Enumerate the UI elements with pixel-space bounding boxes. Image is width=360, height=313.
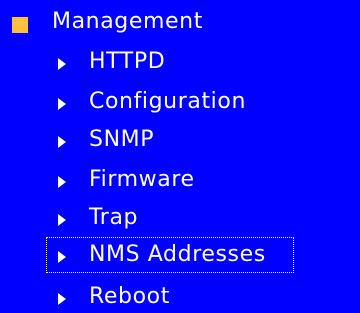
triangle-right-icon	[58, 176, 66, 188]
menu-item-label: SNMP	[89, 127, 155, 152]
menu-item-httpd[interactable]: HTTPD	[58, 46, 358, 78]
menu-item-configuration[interactable]: Configuration	[58, 86, 358, 118]
triangle-right-icon	[58, 58, 66, 70]
menu-item-trap[interactable]: Trap	[58, 202, 358, 234]
menu-header-management[interactable]: Management	[0, 4, 360, 40]
menu-item-reboot[interactable]: Reboot	[58, 281, 358, 313]
menu-header-label: Management	[52, 9, 203, 34]
triangle-right-icon	[58, 293, 66, 305]
management-menu: Management HTTPD Configuration SNMP Firm…	[0, 0, 360, 309]
menu-item-label: HTTPD	[89, 49, 166, 74]
menu-item-label: NMS Addresses	[89, 242, 266, 267]
triangle-right-icon	[58, 98, 66, 110]
menu-item-snmp[interactable]: SNMP	[58, 124, 358, 156]
triangle-right-icon	[58, 136, 66, 148]
menu-item-nms-addresses[interactable]: NMS Addresses	[46, 237, 294, 273]
menu-item-label: Configuration	[89, 89, 246, 114]
triangle-right-icon	[58, 214, 66, 226]
menu-item-label: Trap	[89, 205, 139, 230]
menu-item-label: Reboot	[89, 284, 170, 309]
menu-item-firmware[interactable]: Firmware	[58, 164, 358, 196]
triangle-right-icon	[58, 251, 66, 263]
menu-item-label: Firmware	[89, 167, 195, 192]
square-icon	[12, 17, 28, 33]
